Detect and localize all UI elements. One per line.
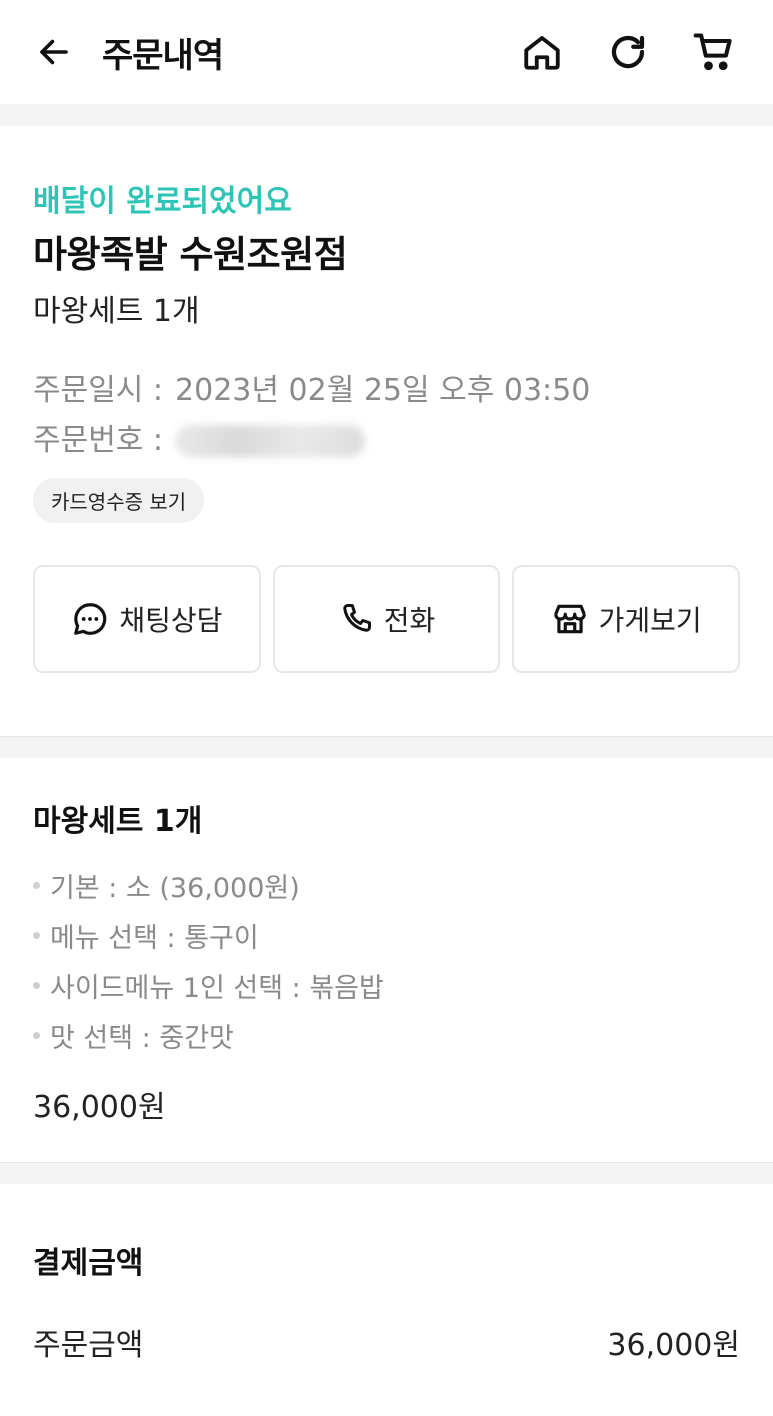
- app-header: 주문내역: [0, 0, 773, 104]
- bullet-icon: [33, 1031, 40, 1039]
- action-buttons: 채팅상담 전화 가게보기: [33, 565, 741, 673]
- bullet-icon: [33, 931, 40, 939]
- call-button[interactable]: 전화: [272, 565, 501, 673]
- option-text: 맛 선택 : 중간맛: [50, 1022, 234, 1054]
- option-text: 사이드메뉴 1인 선택 : 볶음밥: [50, 972, 384, 1004]
- view-store-button[interactable]: 가게보기: [512, 565, 741, 673]
- cart-button[interactable]: [689, 27, 739, 77]
- order-amount-value: 36,000원: [607, 1328, 740, 1363]
- order-date-value: 2023년 02월 25일 오후 03:50: [175, 373, 591, 408]
- order-meta: 주문일시 : 2023년 02월 25일 오후 03:50 주문번호 :: [33, 366, 740, 466]
- item-detail-section: 마왕세트 1개 기본 : 소 (36,000원) 메뉴 선택 : 통구이 사이드…: [0, 758, 773, 1162]
- section-divider: [0, 736, 773, 758]
- home-icon: [524, 36, 560, 70]
- home-button[interactable]: [517, 27, 567, 77]
- order-amount-row: 주문금액 36,000원: [33, 1318, 740, 1366]
- chat-bubble-icon: [74, 603, 107, 635]
- back-arrow-icon: [40, 39, 68, 65]
- refresh-icon: [611, 35, 645, 69]
- cart-icon: [693, 33, 732, 71]
- option-row: 기본 : 소 (36,000원): [33, 860, 740, 910]
- delivery-status: 배달이 완료되었어요: [33, 184, 292, 219]
- call-button-label: 전화: [383, 604, 436, 637]
- order-number-label: 주문번호 :: [33, 423, 164, 458]
- option-row: 사이드메뉴 1인 선택 : 볶음밥: [33, 960, 740, 1010]
- section-divider: [0, 1162, 773, 1184]
- card-receipt-button[interactable]: 카드영수증 보기: [33, 478, 205, 523]
- back-button[interactable]: [34, 32, 74, 72]
- item-price: 36,000원: [33, 1090, 166, 1125]
- store-icon: [553, 604, 586, 634]
- option-row: 맛 선택 : 중간맛: [33, 1010, 740, 1060]
- page-title: 주문내역: [102, 35, 224, 76]
- bullet-icon: [33, 981, 40, 989]
- option-text: 메뉴 선택 : 통구이: [50, 922, 259, 954]
- store-name: 마왕족발 수원조원점: [33, 233, 348, 276]
- payment-section: 결제금액 주문금액 36,000원: [0, 1184, 773, 1414]
- chat-button[interactable]: 채팅상담: [33, 565, 261, 673]
- order-summary: 마왕세트 1개: [33, 294, 200, 329]
- option-row: 메뉴 선택 : 통구이: [33, 910, 740, 960]
- option-text: 기본 : 소 (36,000원): [50, 872, 300, 904]
- refresh-button[interactable]: [603, 27, 653, 77]
- view-store-label: 가게보기: [598, 604, 702, 637]
- order-date-label: 주문일시 :: [33, 373, 164, 408]
- order-number-redacted: [175, 425, 366, 457]
- payment-title: 결제금액: [33, 1246, 144, 1281]
- order-amount-label: 주문금액: [33, 1328, 144, 1363]
- chat-button-label: 채팅상담: [119, 604, 223, 637]
- item-title: 마왕세트 1개: [33, 804, 203, 839]
- item-options: 기본 : 소 (36,000원) 메뉴 선택 : 통구이 사이드메뉴 1인 선택…: [33, 860, 740, 1060]
- phone-icon: [342, 604, 371, 632]
- order-summary-section: 배달이 완료되었어요 마왕족발 수원조원점 마왕세트 1개 주문일시 : 202…: [0, 126, 773, 736]
- bullet-icon: [33, 881, 40, 889]
- section-divider: [0, 104, 773, 126]
